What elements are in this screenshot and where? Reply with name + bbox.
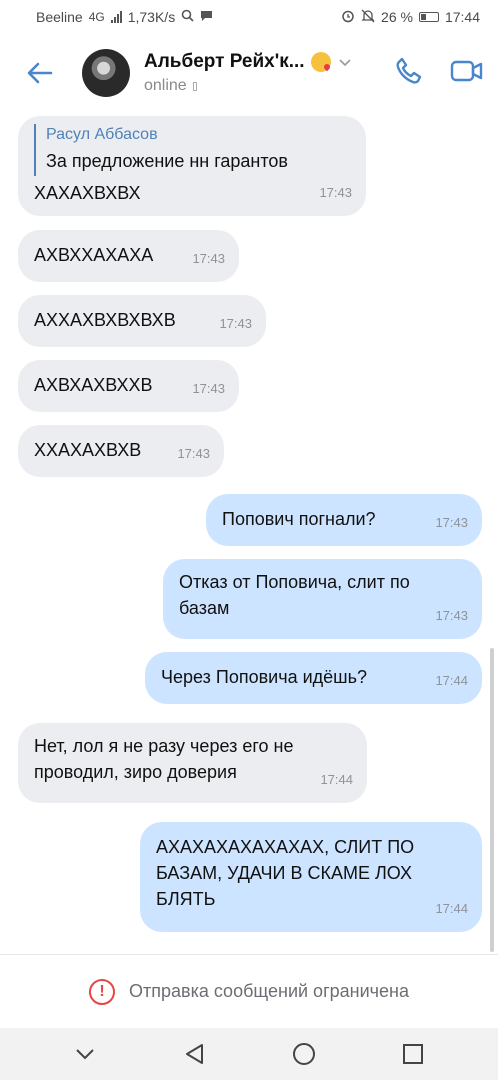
message-time: 17:43 [219, 316, 252, 331]
message-bubble[interactable]: Через Поповича идёшь? 17:44 [145, 652, 482, 704]
message-text: АХХАХВХВХВХВ [34, 310, 176, 330]
status-bar: Beeline 4G 1,73K/s 26 % 17:44 [0, 0, 498, 34]
message-text: ХХАХАХВХВ [34, 440, 142, 460]
chat-title-block[interactable]: Альберт Рейх'к... online [144, 51, 351, 95]
message-text-line: БЛЯТЬ [156, 889, 216, 909]
message-time: 17:44 [435, 901, 468, 916]
message-bubble[interactable]: Попович погнали? 17:43 [206, 494, 482, 546]
contact-name: Альберт Рейх'к... [144, 51, 305, 72]
reply-quote[interactable]: Расул Аббасов За предложение нн гарантов [34, 124, 350, 176]
battery-icon [418, 12, 439, 22]
sending-restricted-bar: ! Отправка сообщений ограничена [0, 954, 498, 1028]
video-camera-icon[interactable] [450, 59, 484, 88]
message-time: 17:43 [192, 251, 225, 266]
message-text-line: базам [179, 598, 230, 618]
message-text-line: Отказ от Поповича, слит по [179, 572, 410, 592]
message-time: 17:44 [320, 772, 353, 787]
online-status: online [144, 77, 187, 94]
network-speed: 1,73K/s [127, 9, 176, 25]
chat-icon [200, 9, 213, 25]
home-circle-icon[interactable] [284, 1034, 324, 1074]
chat-header: Альберт Рейх'к... online [0, 34, 498, 112]
message-bubble[interactable]: Нет, лол я не разу через его не проводил… [18, 723, 367, 803]
scrollbar[interactable] [490, 648, 494, 952]
message-text: ХАХАХВХВХ [34, 183, 141, 203]
message-time: 17:44 [435, 673, 468, 688]
hide-keyboard-chevron-icon[interactable] [65, 1034, 105, 1074]
phone-icon[interactable] [394, 56, 424, 91]
carrier-label: Beeline [36, 9, 83, 25]
network-type: 4G [88, 10, 105, 24]
system-nav-bar [0, 1028, 498, 1080]
message-time: 17:43 [435, 608, 468, 623]
message-text: АХВХАХВХХВ [34, 375, 153, 395]
kiss-emoji-icon [310, 52, 331, 72]
mute-icon [361, 9, 375, 26]
message-time: 17:43 [192, 381, 225, 396]
search-icon [181, 9, 194, 25]
chevron-down-icon [339, 55, 351, 70]
message-bubble[interactable]: ХХАХАХВХВ 17:43 [18, 425, 224, 477]
avatar[interactable] [82, 49, 130, 97]
message-text-line: Нет, лол я не разу через его не [34, 736, 294, 756]
clock: 17:44 [444, 9, 480, 25]
message-bubble[interactable]: АХВХХАХАХА 17:43 [18, 230, 239, 282]
alarm-icon [341, 9, 355, 26]
recents-square-icon[interactable] [393, 1034, 433, 1074]
message-time: 17:43 [435, 515, 468, 530]
message-text: Через Поповича идёшь? [161, 667, 367, 687]
message-time: 17:43 [319, 185, 352, 200]
message-bubble[interactable]: АХВХАХВХХВ 17:43 [18, 360, 239, 412]
message-bubble[interactable]: Расул Аббасов За предложение нн гарантов… [18, 116, 366, 216]
message-bubble[interactable]: АХАХАХАХАХАХАХ, СЛИТ ПО БАЗАМ, УДАЧИ В С… [140, 822, 482, 932]
message-list[interactable]: Расул Аббасов За предложение нн гарантов… [0, 112, 498, 954]
message-time: 17:43 [177, 446, 210, 461]
battery-percent: 26 % [381, 9, 413, 25]
mobile-device-icon [192, 81, 197, 91]
arrow-left-icon[interactable] [20, 53, 60, 93]
message-bubble[interactable]: АХХАХВХВХВХВ 17:43 [18, 295, 266, 347]
message-text-line: БАЗАМ, УДАЧИ В СКАМЕ ЛОХ [156, 863, 412, 883]
reply-author: Расул Аббасов [46, 126, 158, 143]
restriction-text: Отправка сообщений ограничена [129, 981, 409, 1001]
exclamation-circle-icon: ! [89, 978, 115, 1005]
message-text-line: АХАХАХАХАХАХАХ, СЛИТ ПО [156, 837, 415, 857]
message-text-line: проводил, зиро доверия [34, 762, 237, 782]
message-bubble[interactable]: Отказ от Поповича, слит по базам 17:43 [163, 559, 482, 639]
back-triangle-icon[interactable] [174, 1034, 214, 1074]
message-text: Попович погнали? [222, 509, 376, 529]
signal-icon [110, 11, 122, 23]
message-text: АХВХХАХАХА [34, 245, 154, 265]
reply-text: За предложение нн гарантов [46, 151, 288, 171]
